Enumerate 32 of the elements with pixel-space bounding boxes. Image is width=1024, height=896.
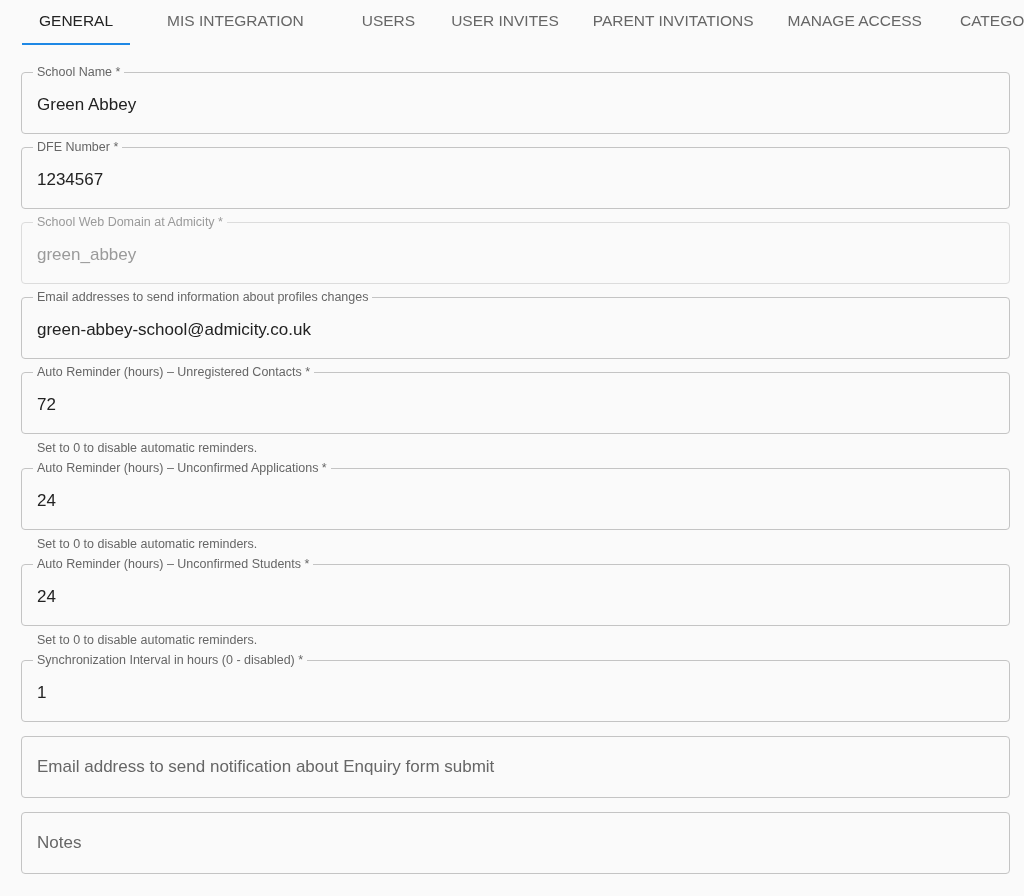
field-label: Auto Reminder (hours) – Unconfirmed Applications * (37, 461, 327, 475)
field-label: Email addresses to send information about profiles changes (37, 290, 369, 304)
field-label: Auto Reminder (hours) – Unconfirmed Students * (37, 557, 310, 571)
field-label: School Web Domain at Admicity * (37, 215, 223, 229)
helper-text: Set to 0 to disable automatic reminders. (37, 633, 259, 647)
input-field[interactable]: green-abbey-school@admicity.co.uk (37, 304, 994, 358)
text-field[interactable]: Email addresses to send information about profiles changes green-abbey-school@admicity.co.uk (21, 291, 1010, 359)
field-label: Synchronization Interval in hours (0 - disabled) * (37, 653, 304, 667)
text-field[interactable]: Auto Reminder (hours) – Unregistered Contacts * 72 (21, 366, 1010, 434)
field-label: DFE Number * (37, 140, 119, 154)
input-field[interactable]: 1234567 (37, 154, 994, 208)
tab[interactable]: CATEGO (942, 0, 1024, 45)
tab[interactable]: PARENT INVITATIONS (575, 0, 771, 45)
text-field[interactable]: Auto Reminder (hours) – Unconfirmed Students * 24 (21, 558, 1010, 626)
tab[interactable]: MANAGE ACCESS (770, 0, 939, 45)
text-field[interactable]: School Name * Green Abbey (21, 66, 1010, 134)
input-field[interactable]: Green Abbey (37, 79, 994, 133)
tab[interactable]: GENERAL (22, 0, 131, 45)
field-label: Auto Reminder (hours) – Unregistered Contacts * (37, 365, 311, 379)
text-field[interactable]: Auto Reminder (hours) – Unconfirmed Applications * 24 (21, 462, 1010, 530)
text-field[interactable]: DFE Number * 1234567 (21, 141, 1010, 209)
tab[interactable]: USER INVITES (434, 0, 576, 45)
input-field[interactable]: 72 (37, 379, 994, 433)
tab[interactable]: USERS (344, 0, 433, 45)
input-field[interactable]: 24 (37, 571, 994, 625)
helper-text: Set to 0 to disable automatic reminders. (37, 441, 259, 455)
input-field[interactable]: 24 (37, 475, 994, 529)
input-field[interactable]: 1 (37, 667, 994, 721)
text-field[interactable]: Synchronization Interval in hours (0 - disabled) * 1 (21, 654, 1010, 722)
tab[interactable]: MIS INTEGRATION (150, 0, 321, 45)
field-label: School Name * (37, 65, 121, 79)
helper-text: Set to 0 to disable automatic reminders. (37, 537, 259, 551)
